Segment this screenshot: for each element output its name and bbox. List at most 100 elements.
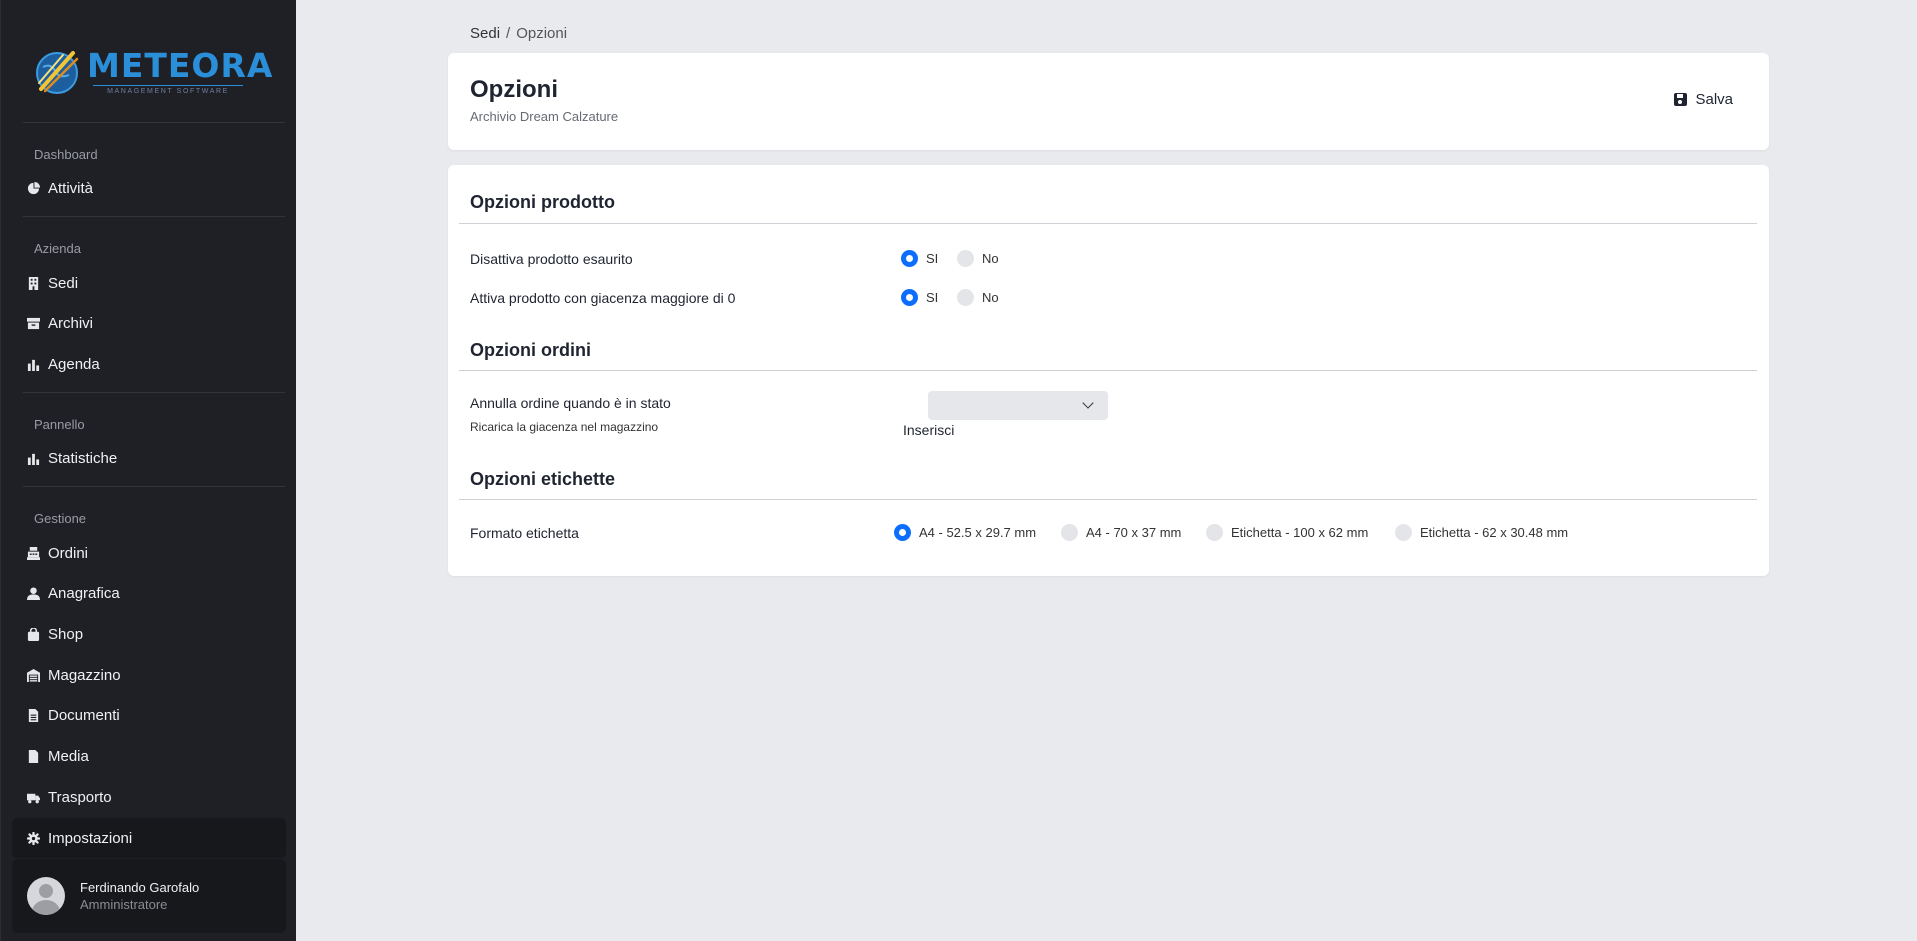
document-icon	[28, 708, 39, 722]
radio-label: Etichetta - 62 x 30.48 mm	[1420, 525, 1569, 540]
meteora-logo[interactable]: METEORA MANAGEMENT SOFTWARE	[33, 42, 272, 100]
sidebar-item-documenti[interactable]: Documenti	[12, 695, 286, 735]
truck-icon	[27, 793, 40, 803]
warehouse-icon	[27, 668, 40, 682]
radio-label: A4 - 70 x 37 mm	[1086, 525, 1182, 540]
section-title-labels: Opzioni etichette	[470, 469, 616, 489]
sidebar-item-trasporto[interactable]: Trasporto	[12, 777, 286, 817]
radio-label: No	[982, 251, 999, 266]
bar-chart-icon	[27, 453, 40, 465]
sidebar-item-media[interactable]: Media	[12, 736, 286, 776]
radio-dot	[901, 250, 918, 267]
sidebar-item-statistiche[interactable]: Statistiche	[12, 438, 286, 478]
logo-tagline: MANAGEMENT SOFTWARE	[93, 84, 243, 95]
bar-chart-icon	[27, 359, 40, 371]
radio-activate-stock-no[interactable]: No	[957, 289, 999, 306]
sidebar-item-label: Archivi	[48, 314, 94, 332]
option-label-label-format: Formato etichetta	[470, 525, 579, 541]
shopping-bag-icon	[27, 627, 40, 641]
option-label-activate-stock: Attiva prodotto con giacenza maggiore di…	[470, 290, 736, 306]
radio-label: No	[982, 290, 999, 305]
sidebar-item-magazzino[interactable]: Magazzino	[12, 655, 286, 695]
sidebar-item-attivita[interactable]: Attività	[12, 168, 286, 208]
radio-dot	[1206, 524, 1223, 541]
radio-format-a4-52[interactable]: A4 - 52.5 x 29.7 mm	[894, 524, 1036, 541]
page-subtitle: Archivio Dream Calzature	[470, 109, 619, 124]
radio-label: SI	[926, 251, 939, 266]
meteor-globe-icon	[33, 45, 85, 97]
sidebar: METEORA MANAGEMENT SOFTWARE Dashboard At…	[0, 0, 296, 941]
breadcrumb: Sedi / Opzioni	[470, 25, 567, 42]
sidebar-item-label: Attività	[48, 179, 94, 197]
user-role: Amministratore	[80, 897, 168, 912]
archive-icon	[27, 317, 40, 329]
page-header-card: Opzioni Archivio Dream Calzature Salva	[448, 53, 1769, 150]
section-title-product: Opzioni prodotto	[470, 192, 615, 212]
option-label-cancel-order: Annulla ordine quando è in stato	[470, 395, 671, 411]
user-name: Ferdinando Garofalo	[80, 880, 200, 895]
section-title-orders: Opzioni ordini	[470, 340, 591, 360]
sidebar-section-dashboard: Dashboard	[34, 147, 98, 162]
section-divider	[459, 223, 1757, 224]
sidebar-item-shop[interactable]: Shop	[12, 614, 286, 654]
radio-deactivate-soldout-no[interactable]: No	[957, 250, 999, 267]
user-icon	[27, 586, 40, 600]
radio-dot	[1395, 524, 1412, 541]
options-card: Opzioni prodotto Disattiva prodotto esau…	[448, 165, 1769, 576]
radio-label: Etichetta - 100 x 62 mm	[1231, 525, 1369, 540]
sidebar-section-pannello: Pannello	[34, 417, 85, 432]
pie-chart-icon	[27, 181, 40, 194]
file-icon	[28, 749, 39, 763]
save-button[interactable]: Salva	[1674, 91, 1733, 108]
sidebar-divider	[23, 122, 285, 123]
sidebar-item-archivi[interactable]: Archivi	[12, 303, 286, 343]
cash-register-icon	[27, 546, 40, 560]
sidebar-item-label: Magazzino	[48, 666, 121, 684]
radio-activate-stock-yes[interactable]: SI	[901, 289, 938, 306]
save-button-label: Salva	[1695, 91, 1733, 108]
sidebar-item-anagrafica[interactable]: Anagrafica	[12, 573, 286, 613]
chevron-down-icon	[1082, 397, 1094, 409]
sidebar-divider	[23, 392, 285, 393]
sidebar-item-impostazioni[interactable]: Impostazioni	[12, 818, 286, 858]
sidebar-item-label: Documenti	[48, 706, 120, 724]
section-divider	[459, 499, 1757, 500]
radio-label: SI	[926, 290, 939, 305]
sidebar-divider	[23, 216, 285, 217]
radio-format-62x30[interactable]: Etichetta - 62 x 30.48 mm	[1395, 524, 1568, 541]
radio-dot	[901, 289, 918, 306]
sidebar-item-ordini[interactable]: Ordini	[12, 533, 286, 573]
floppy-disk-icon	[1674, 93, 1688, 106]
sidebar-item-label: Sedi	[48, 274, 79, 292]
breadcrumb-sedi-link[interactable]: Sedi	[470, 25, 500, 42]
radio-dot	[957, 289, 974, 306]
user-profile[interactable]: Ferdinando Garofalo Amministratore	[12, 859, 286, 933]
radio-deactivate-soldout-yes[interactable]: SI	[901, 250, 938, 267]
radio-dot	[957, 250, 974, 267]
breadcrumb-separator: /	[506, 25, 511, 42]
sidebar-item-label: Statistiche	[48, 449, 118, 467]
radio-label: A4 - 52.5 x 29.7 mm	[919, 525, 1037, 540]
sidebar-section-azienda: Azienda	[34, 241, 81, 256]
option-help-reload-stock: Ricarica la giacenza nel magazzino	[470, 420, 659, 434]
logo-wordmark: METEORA	[87, 45, 274, 85]
sidebar-item-label: Shop	[48, 625, 84, 643]
gear-icon	[27, 831, 40, 845]
section-divider	[459, 370, 1757, 371]
sidebar-item-label: Ordini	[48, 544, 89, 562]
sidebar-section-gestione: Gestione	[34, 511, 87, 526]
sidebar-item-label: Media	[48, 747, 89, 765]
sidebar-item-agenda[interactable]: Agenda	[12, 344, 286, 384]
breadcrumb-current: Opzioni	[516, 25, 568, 42]
order-status-select[interactable]	[928, 391, 1108, 420]
radio-format-100x62[interactable]: Etichetta - 100 x 62 mm	[1206, 524, 1368, 541]
avatar	[27, 877, 65, 915]
sidebar-item-label: Anagrafica	[48, 584, 120, 602]
radio-format-a4-70[interactable]: A4 - 70 x 37 mm	[1061, 524, 1181, 541]
option-label-deactivate-soldout: Disattiva prodotto esaurito	[470, 251, 633, 267]
sidebar-item-sedi[interactable]: Sedi	[12, 263, 286, 303]
insert-button[interactable]: Inserisci	[903, 422, 954, 438]
sidebar-divider	[23, 486, 285, 487]
building-icon	[28, 276, 39, 290]
sidebar-item-label: Agenda	[48, 355, 100, 373]
